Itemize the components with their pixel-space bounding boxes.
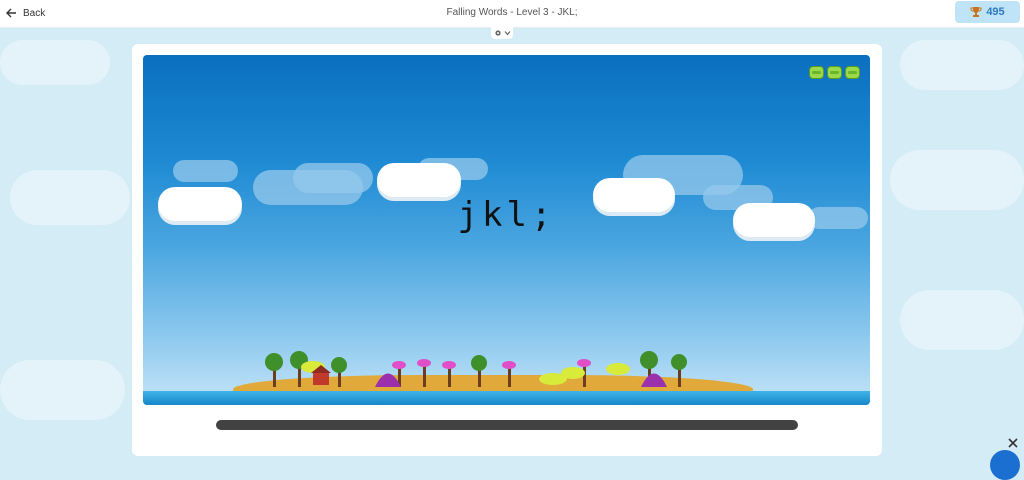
background-cloud [890,150,1024,210]
background-cloud [0,40,110,85]
trophy-icon [970,7,982,17]
sky-cloud [377,163,461,197]
settings-dropdown[interactable] [491,27,513,39]
life-icon [809,66,824,79]
close-icon[interactable] [1006,436,1020,450]
chevron-down-icon [504,31,510,36]
falling-word: jkl; [457,195,556,235]
lives-indicator [809,66,860,79]
background-cloud [0,360,125,420]
life-icon [845,66,860,79]
score-value: 495 [986,6,1005,18]
score-badge[interactable]: 495 [955,1,1020,23]
chat-icon[interactable] [990,450,1020,480]
water [143,391,870,405]
background-cloud [900,290,1024,350]
background-cloud [10,170,130,225]
sky-cloud [173,160,238,182]
background-cloud [900,40,1024,90]
page-title: Falling Words - Level 3 - JKL; [446,7,578,18]
gear-icon [494,30,501,36]
sky-cloud [293,163,373,193]
game-canvas[interactable]: jkl; [143,55,870,405]
top-bar: Back Falling Words - Level 3 - JKL; 495 [0,0,1024,28]
level-progress-bar [216,420,798,430]
life-icon [827,66,842,79]
island-scenery [265,351,687,387]
